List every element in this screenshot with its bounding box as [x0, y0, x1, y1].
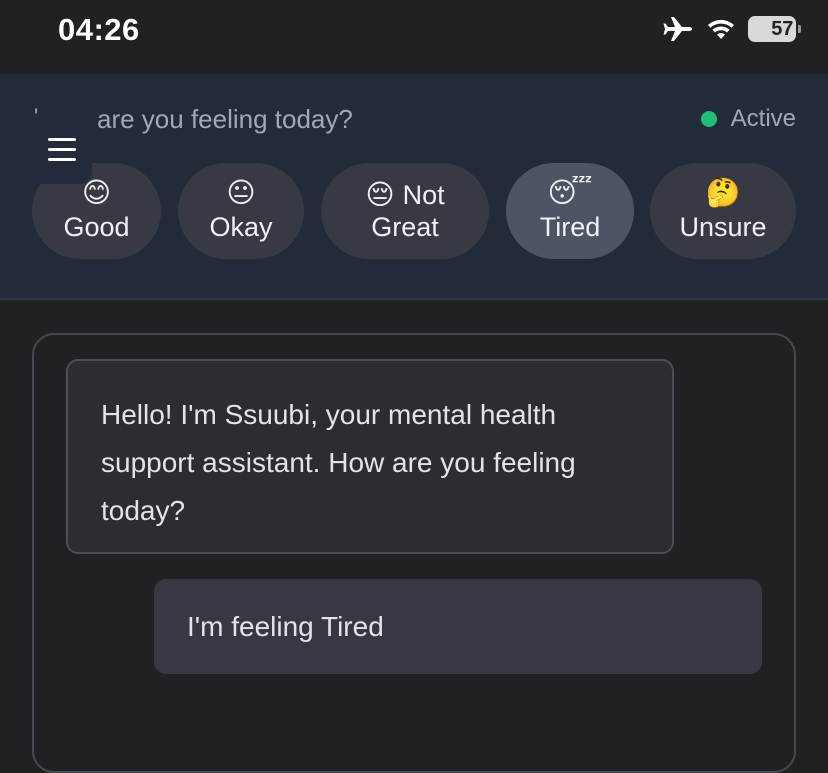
battery-level: 57 [771, 17, 794, 40]
pensive-face-icon: 😔 [365, 178, 395, 210]
mood-chip-not-great[interactable]: 😔 Not Great [321, 163, 489, 259]
mood-chip-tired[interactable]: 😴 Tired [506, 163, 634, 259]
mood-chip-unsure[interactable]: 🤔 Unsure [650, 163, 796, 259]
mood-chip-label: Good [63, 211, 130, 242]
status-time: 04:26 [58, 12, 140, 47]
neutral-face-icon: 😐 [226, 176, 256, 208]
battery-icon: 57 [748, 16, 801, 42]
menu-button[interactable] [32, 114, 92, 184]
airplane-icon [662, 15, 694, 43]
sleeping-face-icon: 😴 [547, 176, 593, 208]
active-status-dot [700, 111, 717, 127]
mood-chip-label-line2: Great [371, 212, 439, 242]
smiling-face-icon: 😊 [81, 176, 112, 208]
status-bar: 04:26 57 [0, 0, 828, 74]
active-status-label: Active [730, 105, 796, 132]
thinking-face-icon: 🤔 [705, 176, 741, 208]
user-message-bubble: I'm feeling Tired [154, 579, 762, 674]
mood-panel: ' are you feeling today? Active 😊 Good 😐… [0, 74, 828, 300]
mood-chip-label: Okay [209, 211, 273, 242]
mood-chip-label: Unsure [679, 211, 767, 242]
mood-question: are you feeling today? [97, 104, 353, 134]
wifi-icon [706, 17, 736, 41]
hamburger-icon [48, 137, 76, 141]
mood-chip-label-line1: Not [402, 179, 445, 210]
bot-message-bubble: Hello! I'm Ssuubi, your mental health su… [66, 359, 674, 554]
mood-chip-label: Tired [539, 211, 601, 242]
mood-chip-okay[interactable]: 😐 Okay [178, 163, 304, 259]
user-message-text: I'm feeling Tired [187, 610, 384, 642]
status-indicator: Active [700, 105, 796, 133]
status-icons: 57 [662, 14, 801, 44]
